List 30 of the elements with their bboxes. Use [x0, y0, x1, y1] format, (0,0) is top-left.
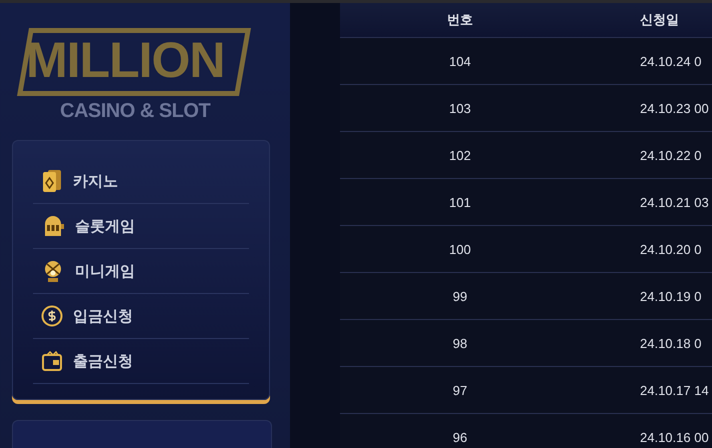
- table-cell-text: 24.10.24 0: [639, 54, 702, 68]
- table-cell-text: 101: [448, 194, 472, 210]
- table-cell-text: 99: [452, 288, 468, 304]
- column-header: 신청일: [639, 11, 679, 29]
- table-cell-text: 24.10.21 03: [639, 194, 709, 210]
- menu-item[interactable]: 입금신청: [33, 294, 249, 339]
- table-cell-text: 24.10.17 14: [639, 382, 709, 398]
- logo-tagline: CASINO & SLOT: [60, 100, 210, 122]
- table-cell-text: 24.10.23 00: [639, 100, 709, 116]
- menu-item[interactable]: 출금신청: [33, 339, 249, 384]
- table-cell-text: 24.10.16 00: [639, 430, 709, 444]
- table-cell-text: 24.10.20 0: [639, 242, 702, 256]
- menu-item[interactable]: 미니게임: [33, 249, 249, 294]
- column-header: 번호: [446, 11, 474, 29]
- logo-wordmark: MILLION: [16, 28, 252, 96]
- table-cell-text: 96: [452, 430, 468, 444]
- table-cell-text: 98: [452, 336, 468, 350]
- table-cell-text: 104: [448, 54, 472, 68]
- wallet-icon: [41, 350, 63, 372]
- cards-icon: [41, 169, 63, 193]
- table-cell-text: 100: [448, 242, 472, 256]
- table-cell-text: 24.10.18 0: [639, 336, 702, 350]
- menu-item[interactable]: 카지노: [33, 159, 249, 204]
- table-cell-text: 103: [448, 100, 472, 116]
- dollar-coin-icon: [41, 305, 63, 327]
- table-cell-text: 97: [452, 382, 468, 398]
- table-cell-text: 24.10.19 0: [639, 288, 702, 304]
- table-cell-text: 24.10.22 0: [639, 148, 702, 162]
- table-cell-text: 102: [448, 148, 472, 162]
- menu-item[interactable]: 슬롯게임: [33, 204, 249, 249]
